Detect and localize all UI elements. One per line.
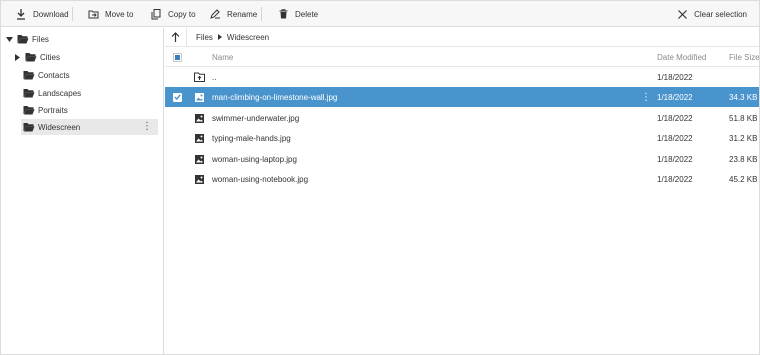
- tree-item-label: Files: [32, 34, 49, 44]
- tree-item-contacts[interactable]: Contacts: [23, 67, 159, 83]
- move-to-icon: [87, 8, 99, 20]
- table-row[interactable]: woman-using-laptop.jpg 1/18/2022 23.8 KB: [165, 149, 759, 169]
- download-icon: [15, 8, 27, 20]
- checkmark-icon: [172, 92, 182, 102]
- table-row[interactable]: man-climbing-on-limestone-wall.jpg ⋮ 1/1…: [165, 87, 759, 107]
- column-header-name[interactable]: Name: [212, 47, 233, 67]
- image-file-icon: [193, 108, 205, 128]
- table-row[interactable]: woman-using-notebook.jpg 1/18/2022 45.2 …: [165, 169, 759, 189]
- navigation-pane: Files Cities Contacts Landscapes Portrai…: [1, 28, 164, 354]
- file-name: woman-using-laptop.jpg: [212, 154, 297, 164]
- breadcrumb-bar: Files Widescreen: [165, 27, 759, 47]
- toolbar-divider: [261, 7, 262, 21]
- file-date: 1/18/2022: [657, 174, 693, 184]
- tree-item-label: Landscapes: [38, 88, 82, 98]
- tree-item-files[interactable]: Files: [5, 31, 160, 47]
- file-size: 51.8 KB: [729, 113, 758, 123]
- navigate-up-button[interactable]: [165, 27, 187, 47]
- folder-open-icon: [17, 34, 29, 44]
- grid-header: Name Date Modified File Size: [165, 47, 759, 67]
- rename-label: Rename: [227, 9, 258, 19]
- file-list-pane: Files Widescreen Name Date Modified File…: [165, 27, 759, 354]
- more-options-icon[interactable]: ⋮: [142, 121, 152, 133]
- delete-label: Delete: [295, 9, 319, 19]
- breadcrumb-item-files[interactable]: Files: [196, 33, 213, 42]
- move-to-label: Move to: [105, 9, 134, 19]
- tree-item-label: Cities: [40, 52, 61, 62]
- toolbar: Download Move to Copy to Rename Delete C…: [1, 1, 759, 27]
- copy-to-label: Copy to: [168, 9, 196, 19]
- image-file-icon: [193, 149, 205, 169]
- file-size: 31.2 KB: [729, 133, 758, 143]
- file-size: 23.8 KB: [729, 154, 758, 164]
- checkbox-indeterminate-icon: [172, 52, 182, 62]
- file-date: 1/18/2022: [657, 133, 693, 143]
- select-all-checkbox[interactable]: [171, 47, 183, 67]
- tree-item-portraits[interactable]: Portraits: [23, 102, 159, 118]
- delete-button[interactable]: Delete: [277, 1, 318, 27]
- close-icon: [676, 8, 688, 20]
- file-date: 1/18/2022: [657, 154, 693, 164]
- toolbar-divider: [72, 7, 73, 21]
- row-checkbox[interactable]: [171, 87, 183, 107]
- folder-icon: [23, 105, 35, 115]
- file-date: 1/18/2022: [657, 113, 693, 123]
- folder-icon: [25, 52, 37, 62]
- image-file-icon: [193, 128, 205, 148]
- clear-selection-button[interactable]: Clear selection: [676, 1, 747, 27]
- move-to-button[interactable]: Move to: [87, 1, 133, 27]
- download-button[interactable]: Download: [15, 1, 69, 27]
- download-label: Download: [33, 9, 69, 19]
- image-file-icon: [193, 169, 205, 189]
- caret-down-icon[interactable]: [5, 35, 13, 43]
- file-name: swimmer-underwater.jpg: [212, 113, 300, 123]
- rename-button[interactable]: Rename: [209, 1, 257, 27]
- file-name: typing-male-hands.jpg: [212, 133, 291, 143]
- parent-folder-row[interactable]: .. 1/18/2022: [165, 67, 759, 87]
- tree-item-label: Portraits: [38, 105, 68, 115]
- column-header-date-modified[interactable]: Date Modified: [657, 47, 706, 67]
- image-file-icon: [193, 87, 205, 107]
- file-name: ..: [212, 72, 217, 82]
- folder-icon: [23, 88, 35, 98]
- table-row[interactable]: swimmer-underwater.jpg 1/18/2022 51.8 KB: [165, 108, 759, 128]
- clear-selection-label: Clear selection: [694, 9, 747, 19]
- breadcrumb-item-widescreen[interactable]: Widescreen: [227, 33, 269, 42]
- file-date: 1/18/2022: [657, 72, 693, 82]
- chevron-right-icon: [217, 34, 222, 40]
- tree-item-label: Contacts: [38, 70, 70, 80]
- file-manager: Download Move to Copy to Rename Delete C…: [0, 0, 760, 355]
- folder-icon: [23, 70, 35, 80]
- breadcrumb: Files Widescreen: [196, 33, 269, 42]
- copy-icon: [150, 8, 162, 20]
- tree-item-landscapes[interactable]: Landscapes: [23, 85, 159, 101]
- folder-open-icon: [23, 122, 35, 132]
- file-size: 45.2 KB: [729, 174, 758, 184]
- file-date: 1/18/2022: [657, 92, 693, 102]
- file-name: man-climbing-on-limestone-wall.jpg: [212, 92, 338, 102]
- file-size: 34.3 KB: [729, 92, 758, 102]
- file-name: woman-using-notebook.jpg: [212, 174, 309, 184]
- tree-item-widescreen[interactable]: Widescreen ⋮: [21, 119, 158, 135]
- arrow-up-icon: [171, 32, 180, 42]
- trash-icon: [277, 8, 289, 20]
- caret-right-icon[interactable]: [13, 53, 21, 61]
- table-row[interactable]: typing-male-hands.jpg 1/18/2022 31.2 KB: [165, 128, 759, 148]
- column-header-file-size[interactable]: File Size: [729, 47, 759, 67]
- folder-up-icon: [193, 67, 205, 87]
- tree-item-cities[interactable]: Cities: [13, 49, 159, 65]
- copy-to-button[interactable]: Copy to: [150, 1, 196, 27]
- rename-icon: [209, 8, 221, 20]
- row-more-options-icon[interactable]: ⋮: [641, 87, 651, 107]
- tree-item-label: Widescreen: [38, 122, 81, 132]
